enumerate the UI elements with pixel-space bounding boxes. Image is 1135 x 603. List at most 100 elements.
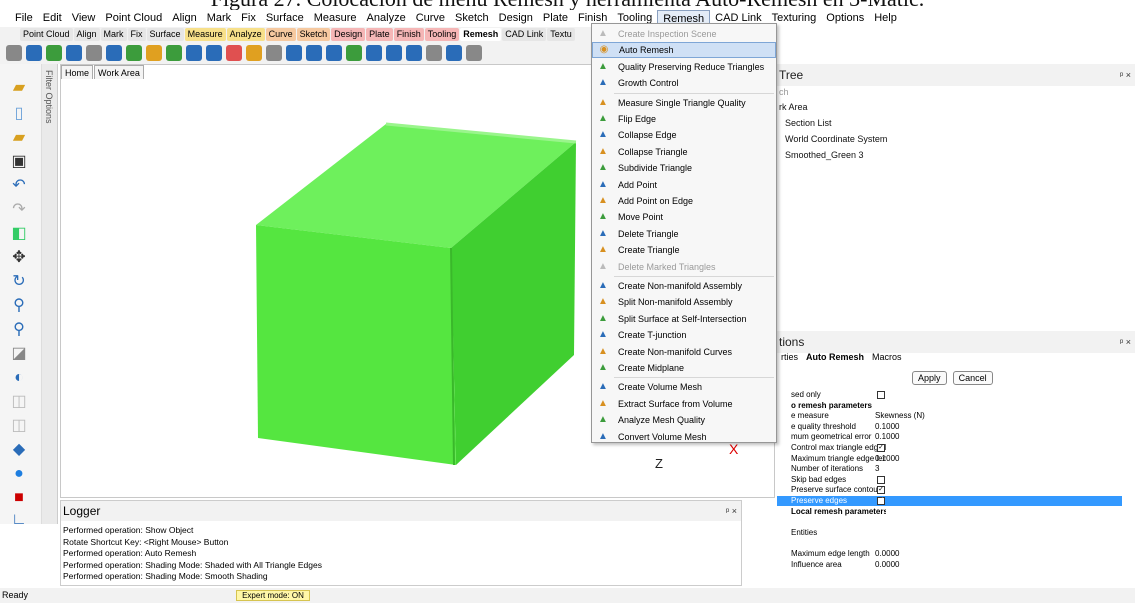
zoom-window-icon[interactable]: ⚲ [8,320,30,340]
menu-edit[interactable]: Edit [38,10,67,27]
box-icon[interactable]: ■ [8,488,30,508]
new-file-icon[interactable]: ▯ [8,104,30,124]
menu-help[interactable]: Help [869,10,902,27]
menu-options[interactable]: Options [821,10,869,27]
property-value[interactable]: 0.0000 [875,560,899,570]
tree-search-input[interactable]: ch [779,87,789,97]
menu-view[interactable]: View [67,10,101,27]
toolbar-tool-22-icon[interactable] [426,45,442,61]
property-row[interactable] [777,538,1122,548]
property-row[interactable]: Preserve edges ✓ [777,496,1122,506]
toolbar-tool-14-icon[interactable] [266,45,282,61]
menu-analyze[interactable]: Analyze [362,10,411,27]
menu-fix[interactable]: Fix [236,10,261,27]
module-tab-cad-link[interactable]: CAD Link [502,28,547,41]
property-row[interactable]: mum geometrical error 0.1000 [777,432,1122,442]
menu-item-measure-single-triangle-quality[interactable]: ▲ Measure Single Triangle Quality [592,95,776,111]
menu-item-split-non-manifold-assembly[interactable]: ▲ Split Non-manifold Assembly [592,294,776,310]
menu-file[interactable]: File [10,10,38,27]
menu-item-subdivide-triangle[interactable]: ▲ Subdivide Triangle [592,160,776,176]
redo-icon[interactable]: ↷ [8,200,30,220]
toolbar-tool-1-icon[interactable] [6,45,22,61]
tab-properties[interactable]: rties [777,352,802,362]
menu-item-analyze-mesh-quality[interactable]: ▲ Analyze Mesh Quality [592,412,776,428]
toolbar-tool-12-icon[interactable] [226,45,242,61]
property-row[interactable]: o remesh parameters [777,401,1122,411]
module-tab-curve[interactable]: Curve [265,28,296,41]
cancel-button[interactable]: Cancel [952,371,993,385]
menu-item-create-midplane[interactable]: ▲ Create Midplane [592,360,776,376]
module-tab-fix[interactable]: Fix [127,28,146,41]
logger-pin-icon[interactable]: ᵖ × [726,501,737,521]
open-folder-icon[interactable]: ▰ [8,78,30,98]
clip-icon[interactable]: ◫ [8,392,30,412]
undo-icon[interactable]: ↶ [8,176,30,196]
tab-home[interactable]: Home [61,65,94,79]
save-icon[interactable]: ▣ [8,152,30,172]
menu-sketch[interactable]: Sketch [450,10,494,27]
toolbar-tool-21-icon[interactable] [406,45,422,61]
toolbar-tool-7-icon[interactable] [126,45,142,61]
property-row[interactable]: Influence area 0.0000 [777,560,1122,570]
module-tab-analyze[interactable]: Analyze [226,28,265,41]
toolbar-tool-15-icon[interactable] [286,45,302,61]
menu-item-create-triangle[interactable]: ▲ Create Triangle [592,242,776,258]
module-tab-textu[interactable]: Textu [547,28,575,41]
menu-item-collapse-triangle[interactable]: ▲ Collapse Triangle [592,144,776,160]
toolbar-tool-19-icon[interactable] [366,45,382,61]
menu-item-growth-control[interactable]: ▲ Growth Control [592,75,776,91]
toolbar-tool-4-icon[interactable] [66,45,82,61]
menu-item-collapse-edge[interactable]: ▲ Collapse Edge [592,127,776,143]
module-tab-tooling[interactable]: Tooling [424,28,460,41]
toolbar-tool-6-icon[interactable] [106,45,122,61]
property-checkbox[interactable] [877,391,885,399]
property-row[interactable]: Preserve surface contours ✓ [777,485,1122,495]
menu-item-add-point-on-edge[interactable]: ▲ Add Point on Edge [592,193,776,209]
tree-item-work-area[interactable]: rk Area [779,102,808,112]
zoom-icon[interactable]: ⚲ [8,296,30,316]
view-direction-icon[interactable]: ◐ [8,368,30,388]
expert-mode-badge[interactable]: Expert mode: ON [236,590,310,601]
menu-item-create-non-manifold-assembly[interactable]: ▲ Create Non-manifold Assembly [592,278,776,294]
menu-plate[interactable]: Plate [538,10,573,27]
options-pin-icon[interactable]: ᵖ × [1120,331,1131,353]
property-value[interactable]: 0.1000 [875,432,899,442]
tab-auto-remesh[interactable]: Auto Remesh [802,352,868,362]
menu-measure[interactable]: Measure [309,10,362,27]
menu-mark[interactable]: Mark [202,10,236,27]
select-icon[interactable]: ◧ [8,224,30,244]
property-checkbox[interactable]: ✓ [877,497,885,505]
green-cube-model[interactable] [256,120,586,470]
toolbar-tool-8-icon[interactable] [146,45,162,61]
tab-work-area[interactable]: Work Area [94,65,144,79]
toolbar-tool-16-icon[interactable] [306,45,322,61]
menu-point-cloud[interactable]: Point Cloud [100,10,167,27]
module-tab-measure[interactable]: Measure [184,28,226,41]
menu-item-create-volume-mesh[interactable]: ▲ Create Volume Mesh [592,379,776,395]
menu-surface[interactable]: Surface [261,10,309,27]
toolbar-tool-10-icon[interactable] [186,45,202,61]
property-row[interactable]: Control max triangle edge le...✓ [777,443,1122,453]
toolbar-tool-23-icon[interactable] [446,45,462,61]
pan-icon[interactable]: ✥ [8,248,30,268]
tree-item-section-list[interactable]: Section List [785,118,832,128]
menu-item-flip-edge[interactable]: ▲ Flip Edge [592,111,776,127]
rotate-icon[interactable]: ↻ [8,272,30,292]
menu-item-quality-preserving-reduce-triangles[interactable]: ▲ Quality Preserving Reduce Triangles [592,59,776,75]
menu-design[interactable]: Design [494,10,538,27]
tab-macros[interactable]: Macros [868,352,906,362]
filter-options-strip[interactable]: Filter Options [42,64,58,524]
toolbar-tool-24-icon[interactable] [466,45,482,61]
toolbar-tool-17-icon[interactable] [326,45,342,61]
property-value[interactable]: 0.0000 [875,549,899,559]
menu-item-split-surface-at-self-intersection[interactable]: ▲ Split Surface at Self-Intersection [592,311,776,327]
property-row[interactable]: e measure Skewness (N) [777,411,1122,421]
property-value[interactable]: 0.1000 [875,422,899,432]
toolbar-tool-3-icon[interactable] [46,45,62,61]
sphere-icon[interactable]: ● [8,464,30,484]
property-checkbox[interactable]: ✓ [877,486,885,495]
toolbar-tool-11-icon[interactable] [206,45,222,61]
toolbar-tool-9-icon[interactable] [166,45,182,61]
property-row[interactable]: Maximum edge length 0.0000 [777,549,1122,559]
menu-item-move-point[interactable]: ▲ Move Point [592,209,776,225]
